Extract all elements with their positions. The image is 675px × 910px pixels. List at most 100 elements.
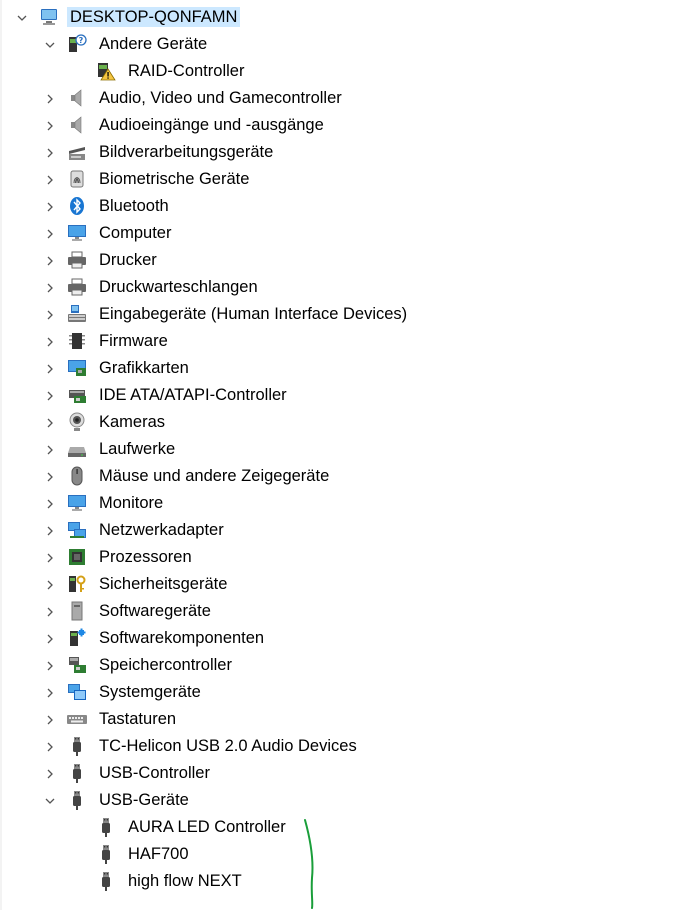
chevron-right-icon[interactable] [44,146,56,158]
tree-item-label: Netzwerkadapter [99,521,224,539]
tree-category[interactable]: USB-Controller [0,759,660,786]
svg-text:?: ? [79,36,84,45]
tree-category[interactable]: Audio, Video und Gamecontroller [0,84,660,111]
chevron-right-icon[interactable] [44,578,56,590]
tree-category[interactable]: USB-Geräte [0,786,660,813]
monitor-icon [66,492,88,514]
tree-item-label: IDE ATA/ATAPI-Controller [99,386,287,404]
usb-plug-icon [95,870,117,892]
tree-category[interactable]: TC-Helicon USB 2.0 Audio Devices [0,732,660,759]
tree-item-label: Kameras [99,413,166,431]
tree-category[interactable]: Computer [0,219,660,246]
chevron-right-icon[interactable] [44,281,56,293]
chevron-right-icon[interactable] [44,686,56,698]
chip-icon [66,330,88,352]
speaker-icon [66,114,88,136]
tree-item-label: AURA LED Controller [128,818,286,836]
tree-category[interactable]: Sicherheitsgeräte [0,570,660,597]
printer-icon [66,276,88,298]
chevron-right-icon[interactable] [44,497,56,509]
chevron-right-icon[interactable] [44,254,56,266]
tree-category[interactable]: Bildverarbeitungsgeräte [0,138,660,165]
tree-device[interactable]: RAID-Controller [0,57,660,84]
tree-item-label: Systemgeräte [99,683,201,701]
tree-category[interactable]: Eingabegeräte (Human Interface Devices) [0,300,660,327]
tree-category[interactable]: IDE ATA/ATAPI-Controller [0,381,660,408]
tree-category[interactable]: Audioeingänge und -ausgänge [0,111,660,138]
drive-icon [66,438,88,460]
chevron-right-icon[interactable] [44,119,56,131]
chevron-right-icon[interactable] [44,308,56,320]
tree-category[interactable]: Monitore [0,489,660,516]
tree-item-label: Biometrische Geräte [99,170,250,188]
chevron-down-icon[interactable] [44,38,56,50]
chevron-right-icon[interactable] [44,740,56,752]
tree-category[interactable]: Prozessoren [0,543,660,570]
chevron-right-icon[interactable] [44,362,56,374]
tree-item-label: Drucker [99,251,157,269]
camera-scanner-icon [66,141,88,163]
tree-category[interactable]: Grafikkarten [0,354,660,381]
chevron-down-icon[interactable] [16,11,28,23]
chevron-right-icon[interactable] [44,524,56,536]
chevron-right-icon[interactable] [44,416,56,428]
processor-icon [66,546,88,568]
tree-category[interactable]: Netzwerkadapter [0,516,660,543]
tree-category[interactable]: Druckwarteschlangen [0,273,660,300]
chevron-right-icon[interactable] [44,659,56,671]
tree-category[interactable]: Drucker [0,246,660,273]
tree-category[interactable]: Bluetooth [0,192,660,219]
tree-device[interactable]: HAF700 [0,840,660,867]
tree-category[interactable]: Softwarekomponenten [0,624,660,651]
usb-plug-icon [66,789,88,811]
computer-icon [38,6,60,28]
tree-category[interactable]: Mäuse und andere Zeigegeräte [0,462,660,489]
tree-category[interactable]: ? Andere Geräte [0,30,660,57]
chevron-right-icon[interactable] [44,551,56,563]
tree-item-label: DESKTOP-QONFAMN [67,7,241,27]
ide-controller-icon [66,384,88,406]
chevron-right-icon[interactable] [44,173,56,185]
software-component-icon [66,627,88,649]
tree-category[interactable]: Kameras [0,408,660,435]
tree-device[interactable]: high flow NEXT [0,867,660,894]
tree-item-label: RAID-Controller [128,62,245,80]
tree-category[interactable]: Softwaregeräte [0,597,660,624]
tree-category[interactable]: Biometrische Geräte [0,165,660,192]
keyboard-icon [66,708,88,730]
bluetooth-icon [66,195,88,217]
fingerprint-icon [66,168,88,190]
tree-item-label: Laufwerke [99,440,176,458]
chevron-right-icon[interactable] [44,92,56,104]
tree-category[interactable]: Firmware [0,327,660,354]
speaker-icon [66,87,88,109]
tree-category[interactable]: Systemgeräte [0,678,660,705]
chevron-right-icon[interactable] [44,605,56,617]
tree-item-label: Monitore [99,494,164,512]
chevron-right-icon[interactable] [44,470,56,482]
tree-category[interactable]: Laufwerke [0,435,660,462]
chevron-right-icon[interactable] [44,389,56,401]
chevron-right-icon[interactable] [44,767,56,779]
chevron-down-icon[interactable] [44,794,56,806]
hid-icon [66,303,88,325]
chevron-right-icon[interactable] [44,200,56,212]
tree-category[interactable]: Tastaturen [0,705,660,732]
chevron-right-icon[interactable] [44,713,56,725]
chevron-right-icon[interactable] [44,632,56,644]
tree-item-label: USB-Geräte [99,791,189,809]
software-device-icon [66,600,88,622]
chevron-right-icon[interactable] [44,335,56,347]
tree-category[interactable]: Speichercontroller [0,651,660,678]
chevron-right-icon[interactable] [44,227,56,239]
tree-device[interactable]: AURA LED Controller [0,813,660,840]
tree-item-label: Andere Geräte [99,35,208,53]
chevron-right-icon[interactable] [44,443,56,455]
tree-root-computer[interactable]: DESKTOP-QONFAMN [0,3,660,30]
tree-item-label: Computer [99,224,172,242]
tree-item-label: Sicherheitsgeräte [99,575,228,593]
tree-item-label: Softwarekomponenten [99,629,265,647]
network-icon [66,519,88,541]
tree-item-label: high flow NEXT [128,872,242,890]
tree-item-label: Audioeingänge und -ausgänge [99,116,324,134]
